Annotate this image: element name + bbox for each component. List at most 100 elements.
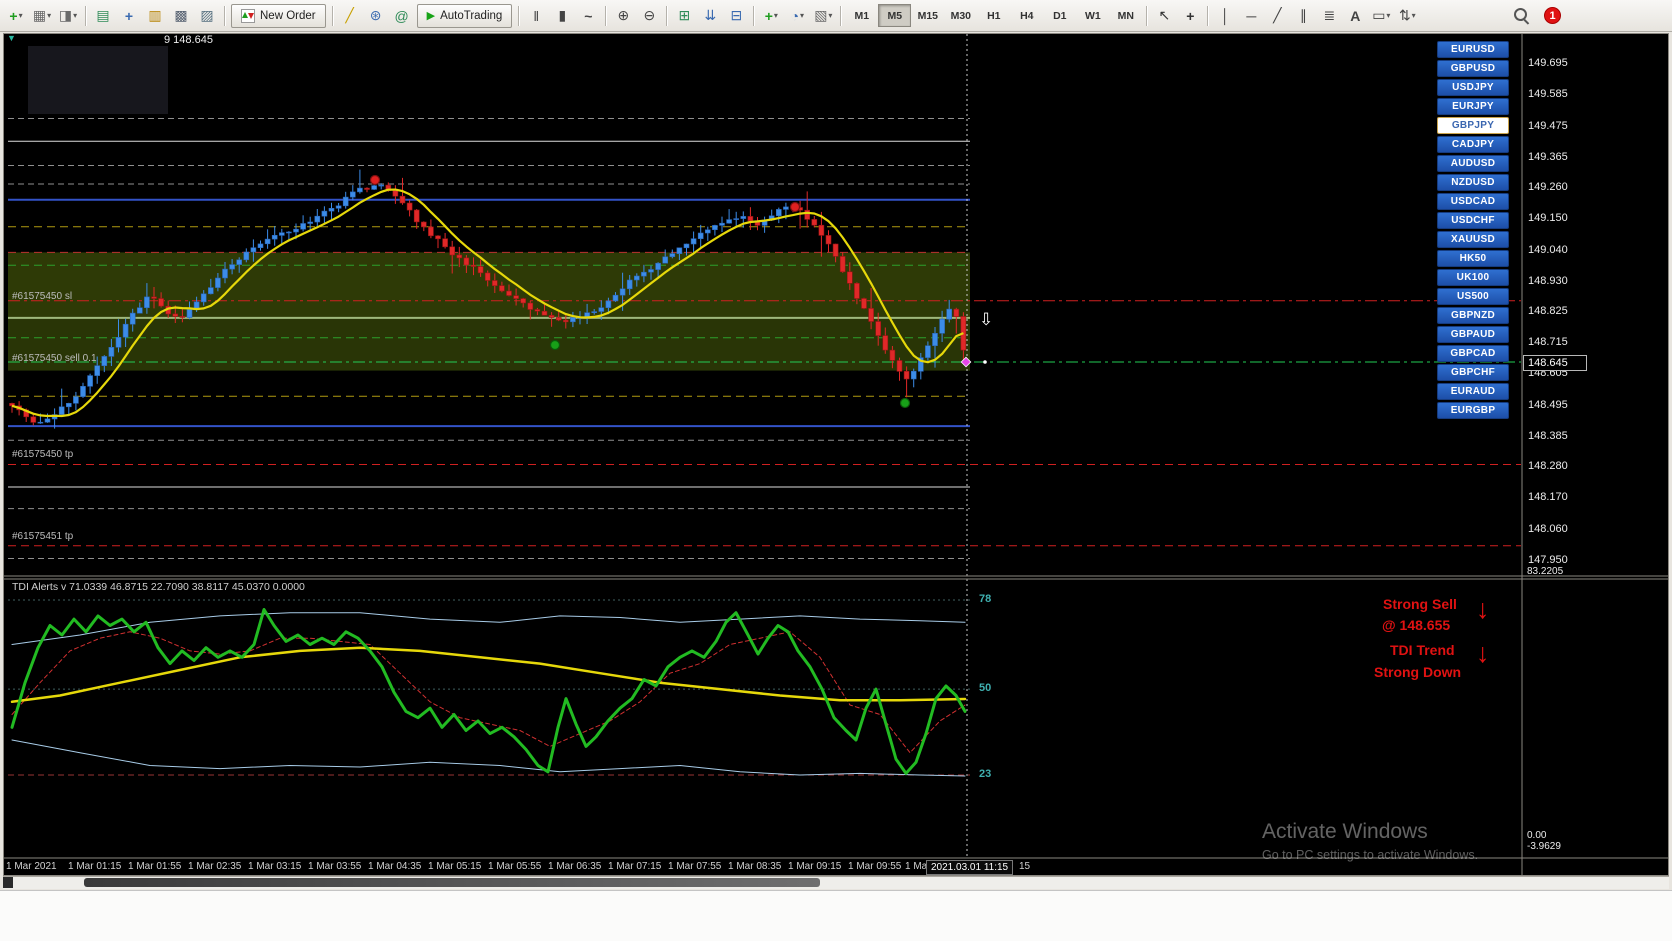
symbol-button-eurjpy[interactable]: EURJPY <box>1437 98 1509 115</box>
text-label-button[interactable]: A <box>1343 4 1367 28</box>
templates-button[interactable]: ▧ ▾ <box>811 4 835 28</box>
signal-strong-sell-text: Strong Sell <box>1383 596 1457 612</box>
timeframe-h4-button[interactable]: H4 <box>1010 4 1043 27</box>
symbol-button-nzdusd[interactable]: NZDUSD <box>1437 174 1509 191</box>
price-axis-label: 149.475 <box>1528 120 1568 132</box>
mql5-community-button[interactable]: @ <box>390 4 414 28</box>
time-axis-label: 15 <box>1019 861 1031 872</box>
indicators-button[interactable]: + ▾ <box>759 4 783 28</box>
symbol-button-gbpcad[interactable]: GBPCAD <box>1437 345 1509 362</box>
chart-area[interactable] <box>3 33 1669 876</box>
time-axis-label: 1 Mar 01:15 <box>68 861 122 872</box>
timeframe-m15-button[interactable]: M15 <box>911 4 944 27</box>
trend-arrow-icon: ↓ <box>1476 638 1490 668</box>
navigator-button[interactable]: ▥ <box>143 4 167 28</box>
strategy-tester-button[interactable]: ▨ <box>195 4 219 28</box>
expert-advisors-button[interactable]: ⊛ <box>364 4 388 28</box>
bottom-strip <box>0 890 1672 941</box>
symbol-button-gbpjpy[interactable]: GBPJPY <box>1437 117 1509 134</box>
timeframe-h1-button[interactable]: H1 <box>977 4 1010 27</box>
market-watch-button[interactable]: ▤ <box>91 4 115 28</box>
symbol-button-xauusd[interactable]: XAUUSD <box>1437 231 1509 248</box>
new-order-button[interactable]: New Order <box>231 3 326 28</box>
crosshair-button[interactable]: + <box>1178 4 1202 28</box>
horizontal-scrollbar-thumb[interactable] <box>84 878 820 887</box>
symbol-button-usdcad[interactable]: USDCAD <box>1437 193 1509 210</box>
time-axis-label: 1 Mar 05:15 <box>428 861 482 872</box>
vertical-line-button[interactable]: │ <box>1213 4 1237 28</box>
new-chart-button[interactable]: + ▾ <box>4 4 28 28</box>
symbol-button-us500[interactable]: US500 <box>1437 288 1509 305</box>
time-axis-label: 1 Mar 07:15 <box>608 861 662 872</box>
dropdown-arrow-icon: ▾ <box>47 11 52 20</box>
dropdown-arrow-icon: ▾ <box>73 11 78 20</box>
profiles-button[interactable]: ▦ ▾ <box>30 4 54 28</box>
bar-chart-button[interactable]: ‖ <box>524 4 548 28</box>
line-chart-button[interactable]: ~ <box>576 4 600 28</box>
arrows-button[interactable]: ⇅ ▾ <box>1395 4 1419 28</box>
symbol-button-gbpchf[interactable]: GBPCHF <box>1437 364 1509 381</box>
symbol-button-uk100[interactable]: UK100 <box>1437 269 1509 286</box>
price-axis-label: 148.060 <box>1528 523 1568 535</box>
shapes-button[interactable]: ▭ ▾ <box>1369 4 1393 28</box>
price-axis-label: 149.365 <box>1528 151 1568 163</box>
toolbar-separator <box>1146 5 1148 26</box>
symbol-button-usdchf[interactable]: USDCHF <box>1437 212 1509 229</box>
symbol-button-gbpnzd[interactable]: GBPNZD <box>1437 307 1509 324</box>
time-axis-label: 1 Mar 04:35 <box>368 861 422 872</box>
notifications-badge[interactable]: 1 <box>1544 7 1561 24</box>
tdi-indicator-label: TDI Alerts v 71.0339 46.8715 22.7090 38.… <box>12 581 305 593</box>
zoom-out-button[interactable]: ⊖ <box>637 4 661 28</box>
indicator-axis-label: -3.9629 <box>1527 841 1561 852</box>
symbol-button-eurusd[interactable]: EURUSD <box>1437 41 1509 58</box>
symbol-panel: EURUSD GBPUSD USDJPY EURJPY GBPJPY CADJPY AUDU… <box>1437 41 1513 421</box>
timeframe-m30-button[interactable]: M30 <box>944 4 977 27</box>
toolbar-separator <box>224 5 225 26</box>
metaeditor-button[interactable]: ╱ <box>338 4 362 28</box>
symbol-button-eurgbp[interactable]: EURGBP <box>1437 402 1509 419</box>
symbol-button-usdjpy[interactable]: USDJPY <box>1437 79 1509 96</box>
time-axis-label: 1 Mar 03:55 <box>308 861 362 872</box>
symbol-button-hk50[interactable]: HK50 <box>1437 250 1509 267</box>
time-axis-label: 1 Mar 2021 <box>6 861 57 872</box>
horizontal-line-button[interactable]: ─ <box>1239 4 1263 28</box>
toolbar-separator <box>85 5 86 26</box>
grid-button[interactable]: ⊞ <box>672 4 696 28</box>
timeframe-d1-button[interactable]: D1 <box>1043 4 1076 27</box>
timeframe-m5-button[interactable]: M5 <box>878 4 912 27</box>
periods-button[interactable]: ◔ ▾ <box>785 4 809 28</box>
trendline-button[interactable]: ╱ <box>1265 4 1289 28</box>
timeframe-mn-button[interactable]: MN <box>1109 4 1142 27</box>
price-axis-label: 148.825 <box>1528 305 1568 317</box>
crosshair-time-box: 2021.03.01 11:15 <box>926 860 1014 875</box>
tile-windows-button[interactable]: ⇊ <box>698 4 722 28</box>
price-axis-label: 147.950 <box>1528 554 1568 566</box>
channel-button[interactable]: ∥ <box>1291 4 1315 28</box>
chart-list-button[interactable]: ◨ ▾ <box>56 4 80 28</box>
order-label: #61575451 tp <box>12 531 74 542</box>
symbol-button-gbpaud[interactable]: GBPAUD <box>1437 326 1509 343</box>
toolbar-separator <box>331 5 333 26</box>
timeframe-m1-button[interactable]: M1 <box>845 4 878 27</box>
timeframe-w1-button[interactable]: W1 <box>1076 4 1109 27</box>
symbol-button-euraud[interactable]: EURAUD <box>1437 383 1509 400</box>
sell-arrow-icon: ↓ <box>1476 594 1490 624</box>
candlestick-chart-button[interactable]: ▮ <box>550 4 574 28</box>
price-axis-label: 149.040 <box>1528 244 1568 256</box>
symbol-button-audusd[interactable]: AUDUSD <box>1437 155 1509 172</box>
autotrading-button[interactable]: ▶ AutoTrading <box>416 3 513 28</box>
symbol-button-gbpusd[interactable]: GBPUSD <box>1437 60 1509 77</box>
auto-arrange-button[interactable]: ⊟ <box>724 4 748 28</box>
order-label: #61575450 sell 0.1 <box>12 353 97 364</box>
symbol-button-cadjpy[interactable]: CADJPY <box>1437 136 1509 153</box>
terminal-button[interactable]: ▩ <box>169 4 193 28</box>
price-axis-label: 148.930 <box>1528 275 1568 287</box>
zoom-in-button[interactable]: ⊕ <box>611 4 635 28</box>
time-axis-label: 1 Mar 07:55 <box>668 861 722 872</box>
cursor-button[interactable]: ↖ <box>1152 4 1176 28</box>
data-window-button[interactable]: + <box>117 4 141 28</box>
time-axis-label: 1 Mar 09:15 <box>788 861 842 872</box>
toolbar-separator <box>840 5 842 26</box>
search-icon[interactable] <box>1512 6 1531 25</box>
fibonacci-button[interactable]: ≣ <box>1317 4 1341 28</box>
